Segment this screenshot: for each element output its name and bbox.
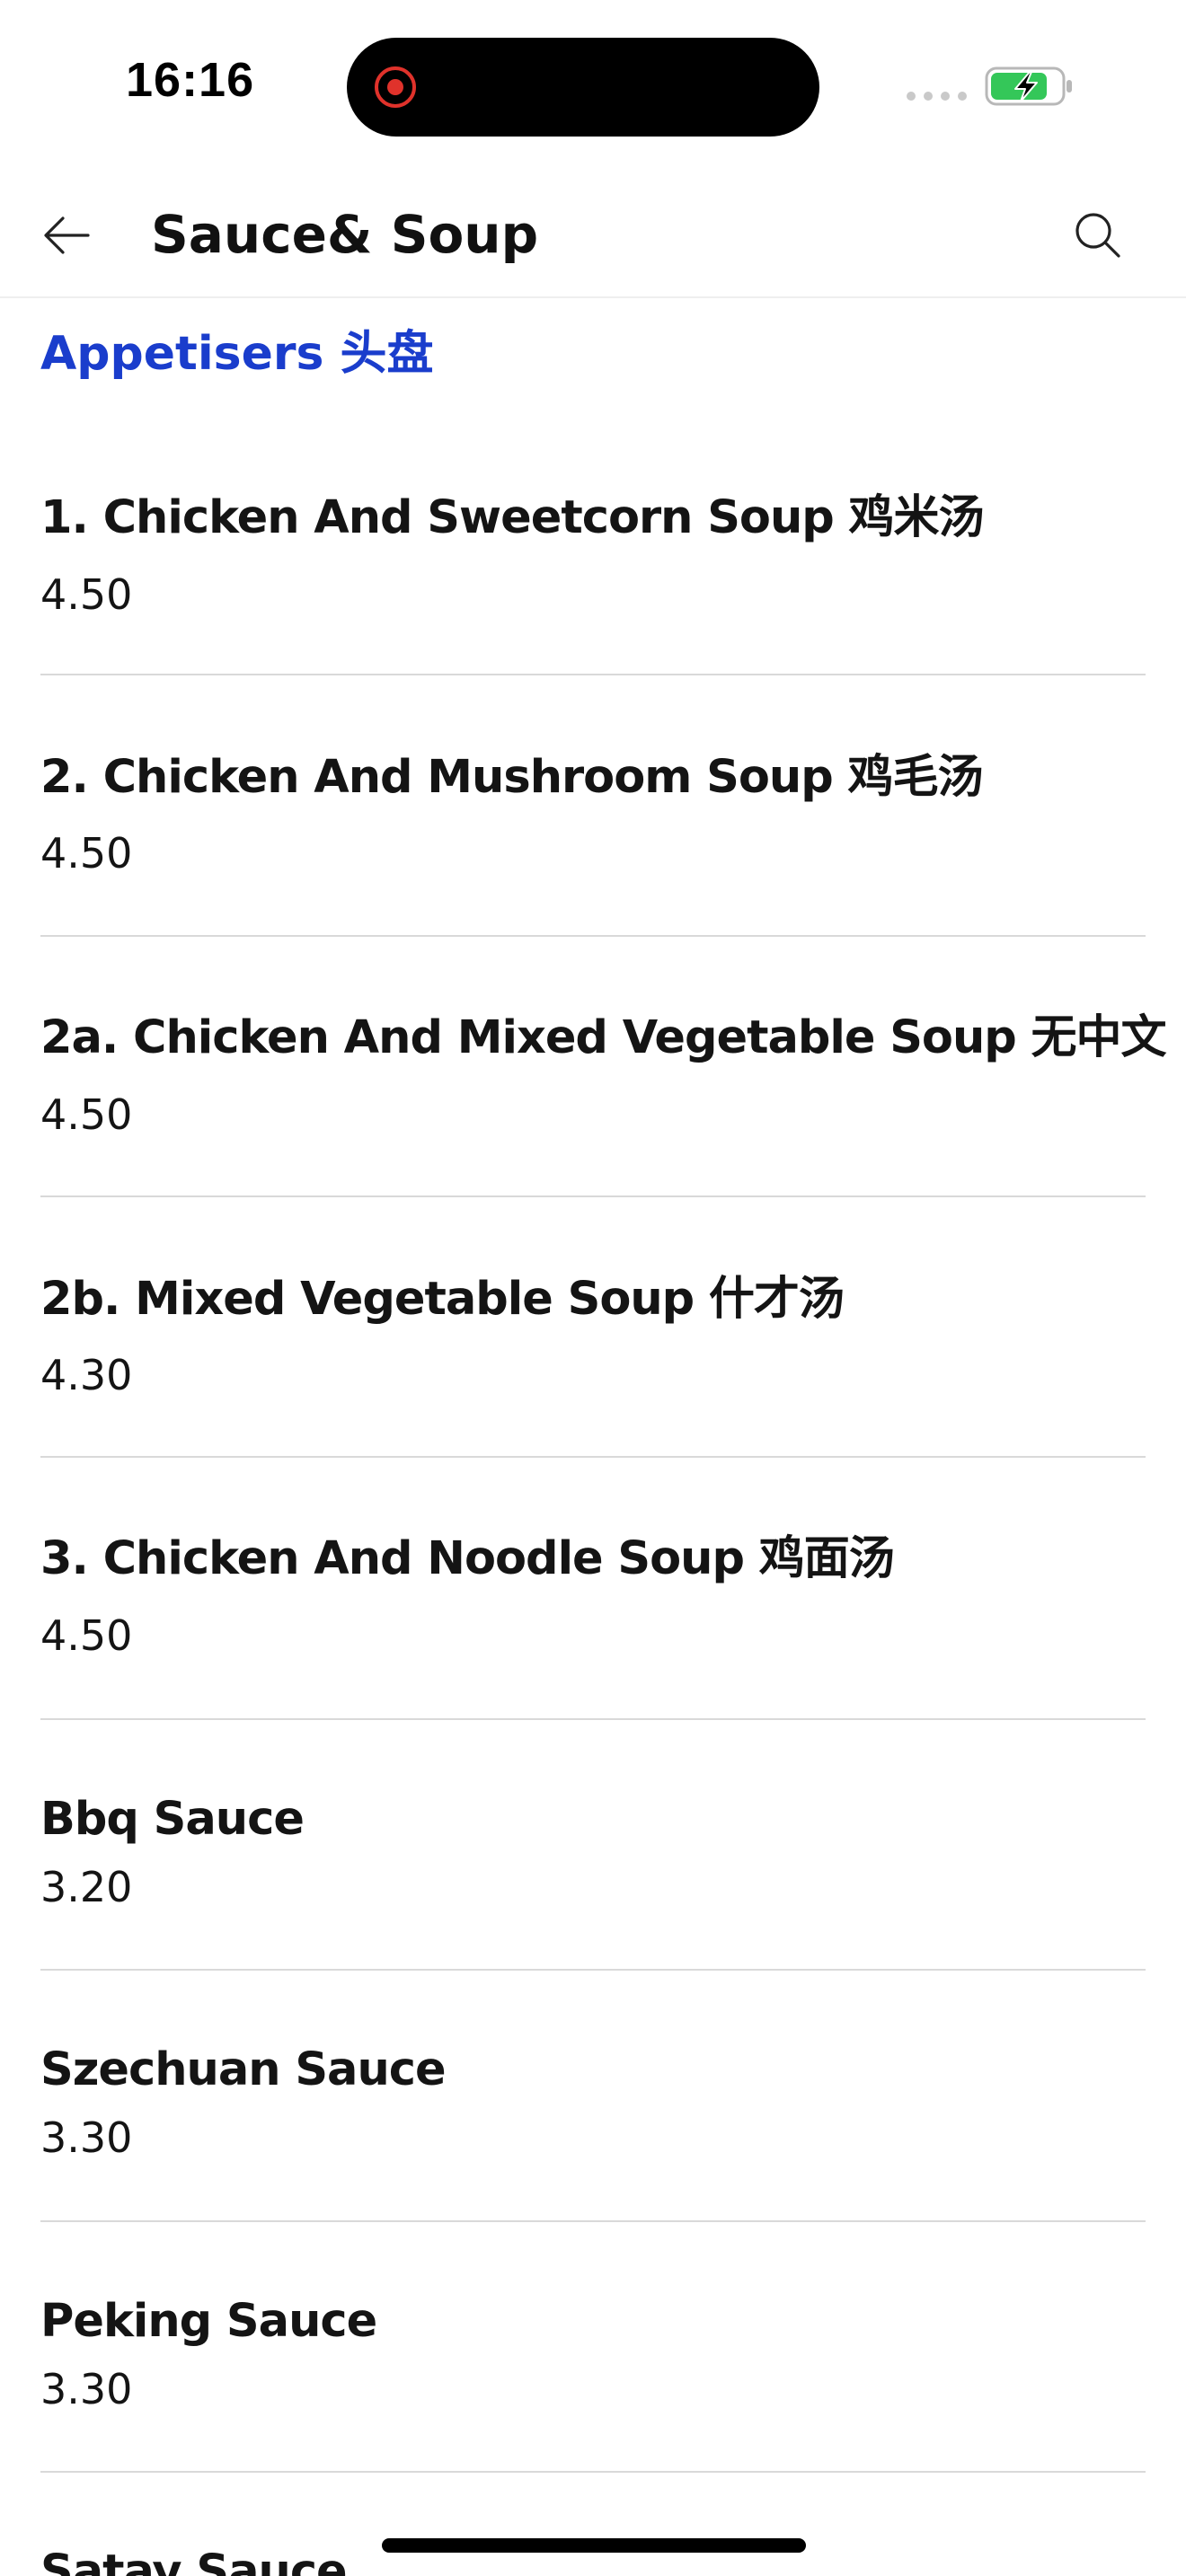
item-price: 4.50 bbox=[40, 829, 133, 878]
arrow-left-icon[interactable] bbox=[38, 207, 95, 264]
menu-item[interactable]: 2a. Chicken And Mixed Vegetable Soup 无中文… bbox=[40, 937, 1167, 1197]
item-name: Szechuan Sauce bbox=[40, 2043, 447, 2096]
menu-item[interactable]: 1. Chicken And Sweetcorn Soup 鸡米汤 4.50 bbox=[40, 462, 1146, 675]
item-name: 3. Chicken And Noodle Soup 鸡面汤 bbox=[40, 1532, 895, 1585]
item-name: 1. Chicken And Sweetcorn Soup 鸡米汤 bbox=[40, 491, 985, 544]
status-bar: 16:16 bbox=[0, 0, 1186, 171]
item-name: 2b. Mixed Vegetable Soup 什才汤 bbox=[40, 1273, 845, 1326]
item-price: 4.50 bbox=[40, 1090, 133, 1139]
item-price: 4.50 bbox=[40, 1611, 133, 1660]
menu-item[interactable]: Satay Sauce bbox=[40, 2473, 1146, 2576]
cellular-signal-icon bbox=[907, 92, 967, 101]
item-name: Satay Sauce bbox=[40, 2545, 348, 2576]
dynamic-island bbox=[347, 38, 819, 137]
item-price: 3.30 bbox=[40, 2113, 133, 2162]
item-price: 3.30 bbox=[40, 2365, 133, 2413]
menu-item[interactable]: Peking Sauce 3.30 bbox=[40, 2222, 1146, 2473]
app-header: Sauce& Soup bbox=[0, 171, 1186, 298]
item-name: Bbq Sauce bbox=[40, 1793, 305, 1846]
section-title: Appetisers 头盘 bbox=[40, 327, 434, 381]
home-indicator[interactable] bbox=[382, 2538, 806, 2553]
menu-item[interactable]: Bbq Sauce 3.20 bbox=[40, 1720, 1146, 1971]
item-name: 2. Chicken And Mushroom Soup 鸡毛汤 bbox=[40, 751, 983, 804]
item-price: 4.50 bbox=[40, 570, 133, 619]
menu-item[interactable]: 2b. Mixed Vegetable Soup 什才汤 4.30 bbox=[40, 1197, 1146, 1458]
page-title: Sauce& Soup bbox=[151, 204, 539, 265]
item-price: 4.30 bbox=[40, 1351, 133, 1399]
menu-item[interactable]: 3. Chicken And Noodle Soup 鸡面汤 4.50 bbox=[40, 1458, 1146, 1720]
item-name: Peking Sauce bbox=[40, 2295, 377, 2348]
menu-item[interactable]: Szechuan Sauce 3.30 bbox=[40, 1971, 1146, 2222]
search-icon[interactable] bbox=[1069, 207, 1127, 264]
status-time: 16:16 bbox=[126, 53, 255, 107]
screen-recording-icon bbox=[375, 66, 416, 108]
menu-item[interactable]: 2. Chicken And Mushroom Soup 鸡毛汤 4.50 bbox=[40, 675, 1146, 937]
battery-charging-icon bbox=[985, 66, 1072, 106]
item-name: 2a. Chicken And Mixed Vegetable Soup 无中文 bbox=[40, 1011, 1167, 1064]
item-price: 3.20 bbox=[40, 1863, 133, 1911]
